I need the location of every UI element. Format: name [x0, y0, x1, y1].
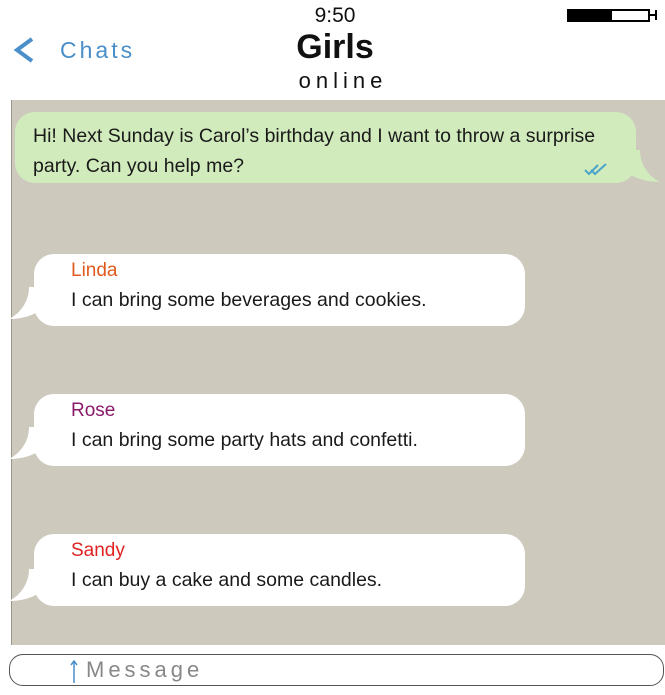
double-check-icon	[584, 163, 607, 176]
message-list[interactable]: Hi! Next Sunday is Carol’s birthday and …	[9, 100, 665, 645]
status-time: 9:50	[314, 4, 356, 27]
battery-tip-cap	[655, 10, 657, 20]
incoming-message[interactable]: Rose I can bring some party hats and con…	[34, 394, 525, 466]
battery-level	[569, 11, 613, 20]
chat-status: online	[298, 68, 388, 93]
sender-name: Sandy	[71, 540, 125, 561]
message-text: I can bring some beverages and cookies.	[71, 289, 427, 311]
incoming-message[interactable]: Linda I can bring some beverages and coo…	[34, 254, 525, 326]
chat-title: Girls	[296, 28, 374, 66]
message-input[interactable]	[86, 656, 646, 684]
sender-name: Linda	[71, 260, 118, 281]
battery-icon	[567, 9, 650, 22]
incoming-message[interactable]: Sandy I can buy a cake and some candles.	[34, 534, 525, 606]
message-text: I can bring some party hats and confetti…	[71, 429, 418, 451]
message-composer[interactable]	[9, 654, 664, 686]
outgoing-message[interactable]: Hi! Next Sunday is Carol’s birthday and …	[15, 112, 636, 183]
message-text: Hi! Next Sunday is Carol’s birthday and …	[33, 125, 596, 177]
message-text: I can buy a cake and some candles.	[71, 569, 383, 591]
text-cursor-icon	[70, 659, 78, 683]
sender-name: Rose	[71, 400, 116, 421]
